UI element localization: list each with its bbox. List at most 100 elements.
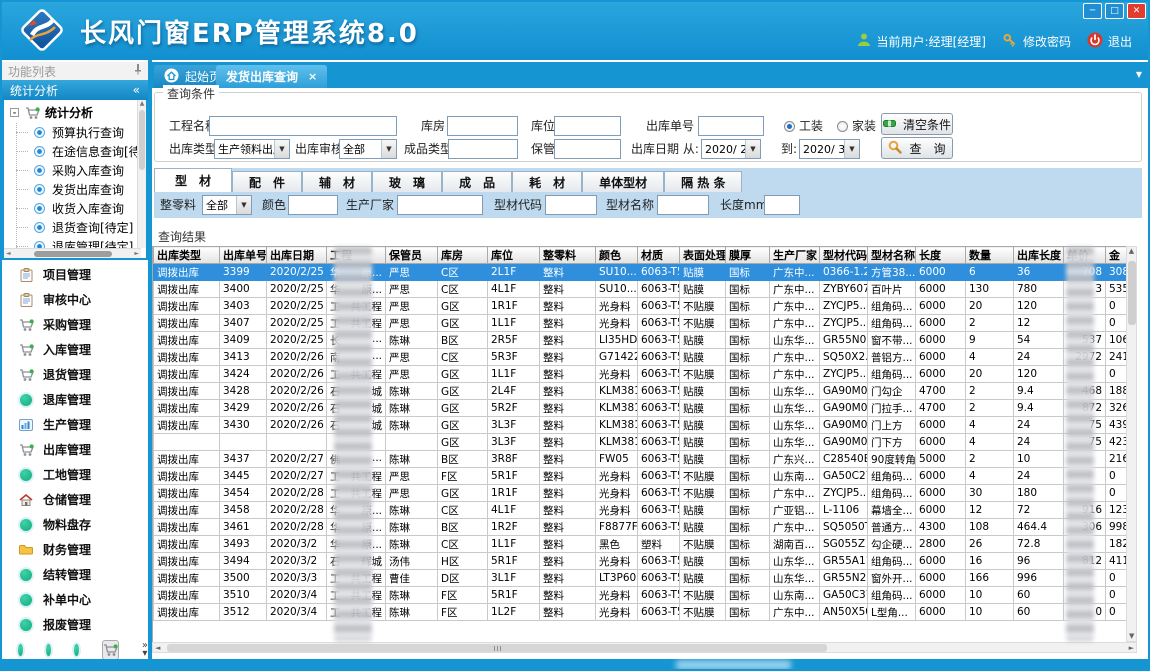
radio-jiazhuang[interactable]: 家装 (837, 116, 876, 136)
minimize-button[interactable]: ─ (1083, 3, 1102, 19)
sidebar-item-出库管理[interactable]: 出库管理 (2, 437, 148, 462)
column-header[interactable]: 长度 (916, 247, 966, 264)
column-header[interactable]: 工程 (327, 247, 386, 264)
product-type-input[interactable] (448, 139, 518, 159)
tree-horizontal-scrollbar[interactable]: ◄► (4, 248, 141, 258)
column-header[interactable]: 膜厚 (726, 247, 770, 264)
column-header[interactable]: 单价 (1064, 247, 1106, 264)
maximize-button[interactable]: □ (1105, 3, 1124, 19)
clear-conditions-button[interactable]: 清空条件 (881, 113, 953, 135)
table-row[interactable]: 调拨出库34002020/2/25华原...严思C区4L1F整料SU10...6… (154, 281, 1127, 298)
column-header[interactable]: 材质 (638, 247, 680, 264)
warehouse-input[interactable] (447, 116, 518, 136)
quick-green-dot-icon[interactable] (46, 644, 51, 656)
table-row[interactable]: 调拨出库35122020/3/4工共工程陈琳F区1L2F整料光身料6063-T5… (154, 604, 1127, 621)
table-row[interactable]: 调拨出库34372020/2/27佛...陈琳B区3R8F整料FW056063-… (154, 451, 1127, 468)
material-tab[interactable]: 单体型材 (582, 171, 664, 192)
table-row[interactable]: 调拨出库34292020/2/26石城陈琳G区5R2F整料KLM38176063… (154, 400, 1127, 417)
sidebar-section-statistics[interactable]: 统计分析 « (2, 80, 148, 100)
sidebar-item-仓储管理[interactable]: 仓储管理 (2, 487, 148, 512)
grid-horizontal-scrollbar[interactable]: ◄► (152, 642, 1137, 653)
sidebar-item-退库管理[interactable]: 退库管理 (2, 387, 148, 412)
search-button[interactable]: 查 询 (881, 137, 953, 159)
maker-input[interactable] (397, 195, 483, 215)
column-header[interactable]: 保管员 (386, 247, 438, 264)
table-row[interactable]: 调拨出库34612020/2/28华原...陈琳B区1R2F整料F8877FT6… (154, 519, 1127, 536)
tree-item[interactable]: 发货出库查询 (4, 180, 146, 199)
location-input[interactable] (554, 116, 621, 136)
column-header[interactable]: 生产厂家 (770, 247, 820, 264)
tree-item[interactable]: 预算执行查询 (4, 123, 146, 142)
column-header[interactable]: 出库类型 (154, 247, 220, 264)
quick-green-dot-icon[interactable] (74, 644, 79, 656)
tree-item[interactable]: 采购入库查询 (4, 161, 146, 180)
material-tab[interactable]: 耗 材 (512, 171, 582, 192)
date-to-picker[interactable]: 2020/ 3/16 ▼ (799, 139, 860, 159)
profile-code-input[interactable] (545, 195, 597, 215)
sidebar-item-工地管理[interactable]: 工地管理 (2, 462, 148, 487)
project-name-input[interactable] (209, 116, 397, 136)
keeper-input[interactable] (554, 139, 621, 159)
column-header[interactable]: 库位 (488, 247, 540, 264)
column-header[interactable]: 型材代码 (820, 247, 868, 264)
column-header[interactable]: 出库长度 (1014, 247, 1064, 264)
order-no-input[interactable] (698, 116, 764, 136)
column-header[interactable]: 整零料 (540, 247, 596, 264)
sidebar-item-退货管理[interactable]: 退货管理 (2, 362, 148, 387)
column-header[interactable]: 型材名称 (868, 247, 916, 264)
table-row[interactable]: 调拨出库34282020/2/26石城陈琳G区2L4F整料KLM38176063… (154, 383, 1127, 400)
color-input[interactable] (288, 195, 338, 215)
sidebar-item-项目管理[interactable]: 项目管理 (2, 262, 148, 287)
sidebar-item-补单中心[interactable]: 补单中心 (2, 587, 148, 612)
tree-item[interactable]: 收货入库查询 (4, 199, 146, 218)
material-tab[interactable]: 配 件 (232, 171, 302, 192)
sidebar-item-采购管理[interactable]: 采购管理 (2, 312, 148, 337)
tab-shipping-outbound-query[interactable]: 发货出库查询 × (216, 65, 327, 88)
collapse-expander-icon[interactable]: - (10, 108, 19, 117)
quick-cart-button[interactable] (102, 640, 119, 660)
tree-root-statistics[interactable]: - 统计分析 (4, 100, 146, 123)
pin-icon[interactable] (134, 64, 142, 78)
close-button[interactable]: ✕ (1127, 3, 1146, 19)
length-input[interactable] (764, 195, 800, 215)
grid-vertical-scrollbar[interactable]: ▲▼ (1126, 246, 1137, 642)
table-row[interactable]: 调拨出库34032020/2/25工共工程严思G区1R1F整料光身料6063-T… (154, 298, 1127, 315)
logout-link[interactable]: 退出 (1087, 32, 1132, 51)
table-row[interactable]: 调拨出库35102020/3/4工共工程陈琳F区5R1F整料光身料6063-T5… (154, 587, 1127, 604)
column-header[interactable]: 库房 (438, 247, 488, 264)
table-row[interactable]: 调拨出库34452020/2/27工共工程严思F区5R1F整料光身料6063-T… (154, 468, 1127, 485)
material-tab[interactable]: 玻 璃 (372, 171, 442, 192)
collapse-icon[interactable]: « (133, 83, 140, 97)
sidebar-item-审核中心[interactable]: 审核中心 (2, 287, 148, 312)
column-header[interactable]: 金 (1106, 247, 1127, 264)
material-tab[interactable]: 辅 材 (302, 171, 372, 192)
column-header[interactable]: 颜色 (596, 247, 638, 264)
whole-part-select[interactable]: 全部 ▼ (202, 195, 252, 215)
tree-item[interactable]: 在途信息查询[待 (4, 142, 146, 161)
table-row[interactable]: 调拨出库34072020/2/25工共工程严思G区1L1F整料光身料6063-T… (154, 315, 1127, 332)
table-row[interactable]: 调拨出库34092020/2/25长...陈琳B区2R5F整料LI35HD606… (154, 332, 1127, 349)
quick-green-dot-icon[interactable] (18, 644, 23, 656)
table-row[interactable]: G区3L3F整料KLM38176063-T5贴膜国标山东华...GA90M09.… (154, 434, 1127, 451)
tree-item[interactable]: 退货查询[待定] (4, 218, 146, 237)
material-tab[interactable]: 型 材 (154, 168, 232, 192)
tree-vertical-scrollbar[interactable]: ▲ (137, 100, 146, 248)
table-row[interactable]: 调拨出库34942020/3/2石辉城汤伟H区5R1F整料光身料6063-T5贴… (154, 553, 1127, 570)
sidebar-item-物料盘存[interactable]: 物料盘存 (2, 512, 148, 537)
date-from-picker[interactable]: 2020/ 2/16 ▼ (701, 139, 761, 159)
table-row[interactable]: 调拨出库35002020/3/3工共工程曹佳D区3L1F整料LT3P606063… (154, 570, 1127, 587)
sidebar-item-报废管理[interactable]: 报废管理 (2, 612, 148, 637)
table-row[interactable]: 调拨出库34132020/2/26南...严思C区5R3F整料G71422606… (154, 349, 1127, 366)
table-row[interactable]: 调拨出库34582020/2/28华原...陈琳C区4L1F整料光身料6063-… (154, 502, 1127, 519)
column-header[interactable]: 数量 (966, 247, 1014, 264)
audit-select[interactable]: 全部 ▼ (339, 139, 397, 159)
tab-overflow-icon[interactable]: ▼ (1136, 70, 1142, 79)
table-row[interactable]: 调拨出库34302020/2/26石城陈琳G区3L3F整料KLM38176063… (154, 417, 1127, 434)
sidebar-item-生产管理[interactable]: 生产管理 (2, 412, 148, 437)
sidebar-item-财务管理[interactable]: 财务管理 (2, 537, 148, 562)
tab-close-icon[interactable]: × (308, 70, 317, 83)
column-header[interactable]: 出库单号 (220, 247, 267, 264)
sidebar-item-入库管理[interactable]: 入库管理 (2, 337, 148, 362)
material-tab[interactable]: 隔 热 条 (664, 171, 742, 192)
table-row[interactable]: 调拨出库34242020/2/26工共工程严思G区1L1F整料光身料6063-T… (154, 366, 1127, 383)
